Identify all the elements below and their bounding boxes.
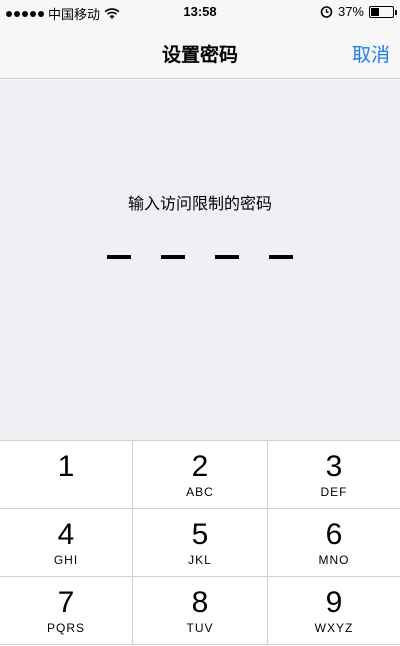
key-letters: TUV (186, 621, 214, 635)
key-digit: 1 (57, 450, 75, 483)
key-8[interactable]: 8 TUV (133, 577, 268, 645)
passcode-dash (161, 255, 185, 259)
passcode-prompt: 输入访问限制的密码 (127, 196, 272, 213)
key-6[interactable]: 6 MNO (268, 509, 400, 577)
key-letters: MNO (318, 553, 350, 567)
key-letters: GHI (53, 553, 79, 567)
passcode-dash (107, 255, 131, 259)
cancel-button[interactable]: 取消 (352, 40, 390, 67)
passcode-dash (215, 255, 239, 259)
key-letters (0, 485, 132, 499)
passcode-area: 输入访问限制的密码 (0, 80, 400, 440)
key-digit: 5 (191, 518, 209, 551)
key-letters: JKL (188, 553, 212, 567)
key-digit: 4 (57, 518, 75, 551)
key-digit: 2 (191, 450, 209, 483)
navigation-bar: 设置密码 取消 (0, 24, 400, 79)
battery-percent: 37% (337, 4, 364, 19)
key-letters: PQRS (46, 621, 85, 635)
passcode-dashes (0, 255, 400, 259)
key-7[interactable]: 7 PQRS (0, 577, 133, 645)
key-digit: 6 (325, 518, 343, 551)
passcode-dash (269, 255, 293, 259)
key-2[interactable]: 2 ABC (133, 441, 268, 509)
key-digit: 3 (325, 450, 343, 483)
number-keypad: 1 2 ABC 3 DEF 4 GHI 5 JKL 6 MNO 7 PQRS 8 TUV 9 WXYZ (0, 440, 400, 646)
status-bar: 中国移动 13:58 37% (0, 0, 400, 24)
battery-fill (371, 7, 379, 16)
key-letters: DEF (320, 485, 348, 499)
key-digit: 8 (191, 586, 209, 619)
key-3[interactable]: 3 DEF (268, 441, 400, 509)
key-4[interactable]: 4 GHI (0, 509, 133, 577)
battery-icon (369, 5, 397, 18)
key-9[interactable]: 9 WXYZ (268, 577, 400, 645)
key-letters: ABC (186, 485, 214, 499)
page-title: 设置密码 (161, 45, 238, 66)
key-5[interactable]: 5 JKL (133, 509, 268, 577)
key-letters: WXYZ (314, 621, 354, 635)
status-right: 37% (320, 4, 397, 19)
key-digit: 9 (325, 586, 343, 619)
key-1[interactable]: 1 (0, 441, 133, 509)
key-digit: 7 (57, 586, 75, 619)
alarm-icon (320, 6, 333, 18)
